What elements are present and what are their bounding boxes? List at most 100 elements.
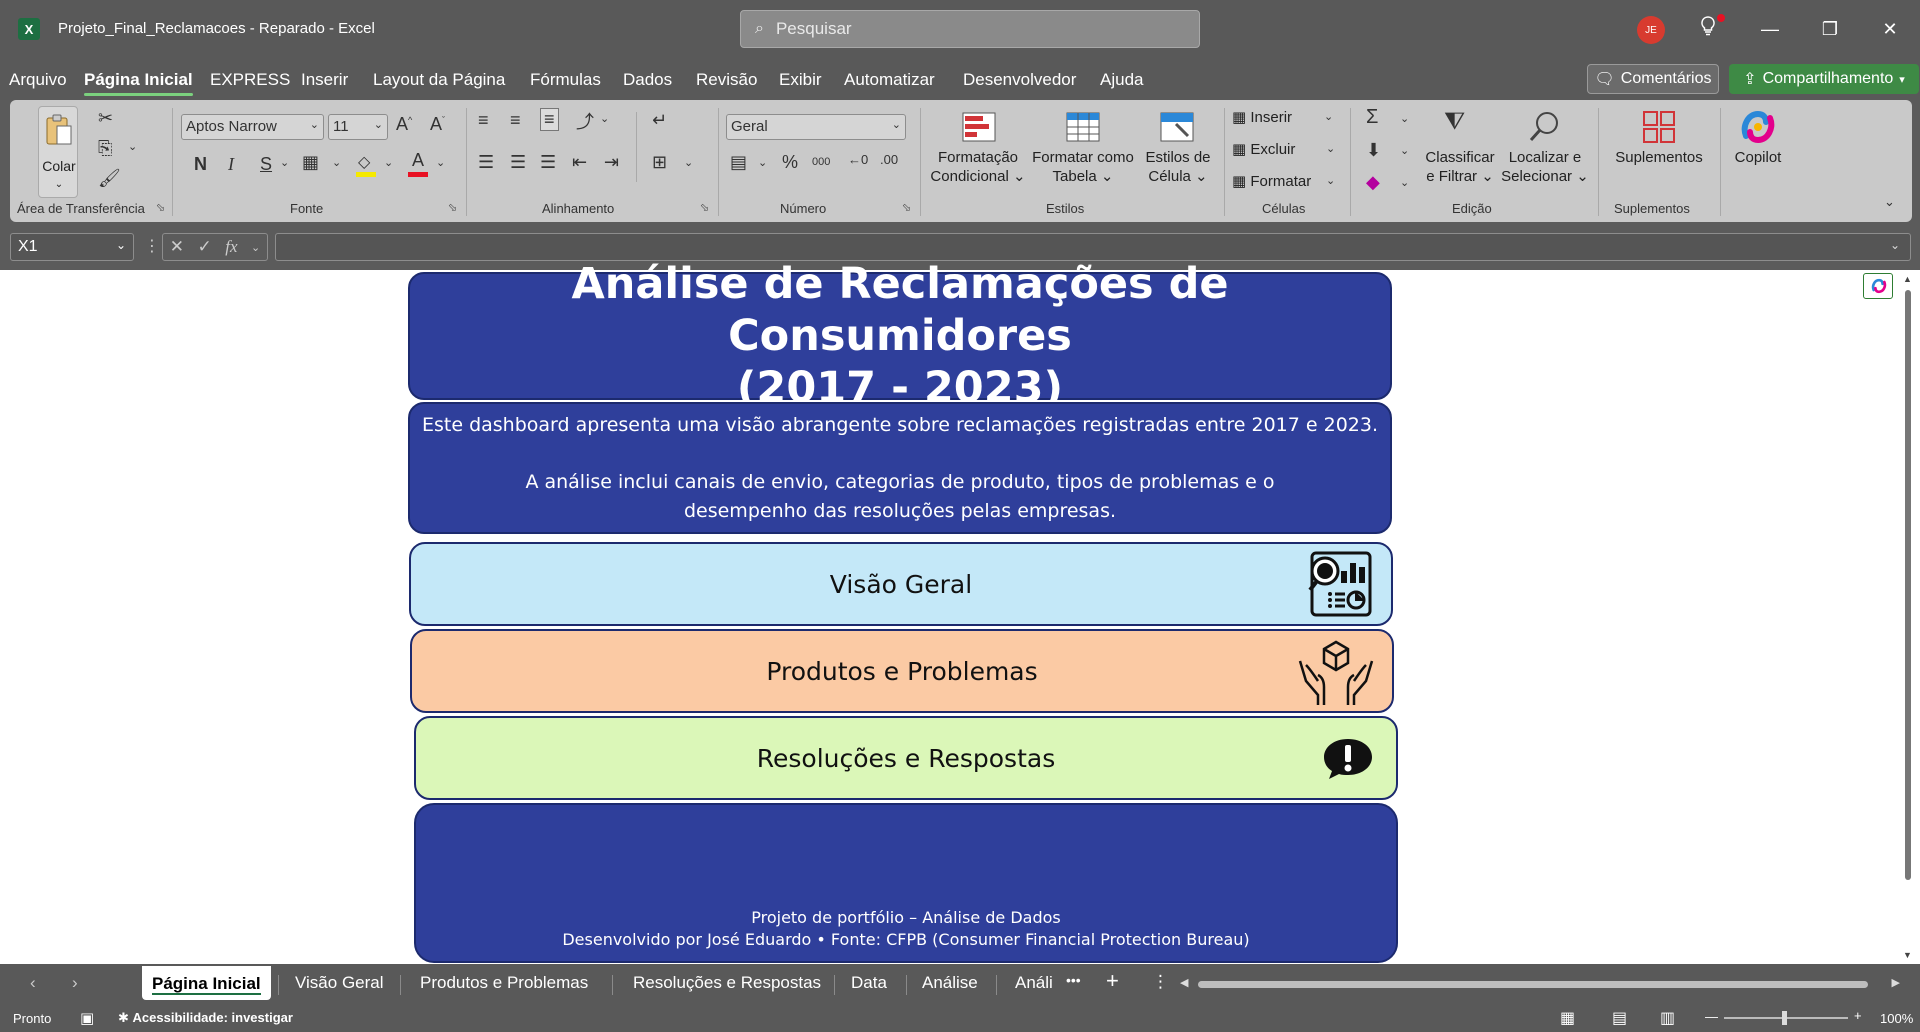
dialog-launcher-icon[interactable]: ⬂ — [448, 201, 457, 214]
normal-view-icon[interactable]: ▦ — [1560, 1008, 1575, 1028]
increase-indent-icon[interactable]: ⇥ — [604, 152, 619, 173]
page-break-icon[interactable]: ▥ — [1660, 1008, 1675, 1028]
number-format-select[interactable]: Geral ⌄ — [726, 114, 906, 140]
align-bottom-icon[interactable]: ≡ — [540, 108, 559, 131]
search-input[interactable]: ⌕ Pesquisar — [740, 10, 1200, 48]
autosum-icon[interactable]: Σ — [1366, 106, 1378, 129]
font-color-icon[interactable]: A — [408, 150, 430, 178]
chevron-down-icon[interactable]: ⌄ — [1326, 174, 1335, 187]
delete-cells-button[interactable]: ▦ Excluir — [1232, 140, 1295, 158]
chevron-down-icon[interactable]: ⌄ — [251, 241, 260, 254]
orientation-icon[interactable]: ⤴ — [576, 108, 594, 134]
fill-icon[interactable]: ⬇ — [1366, 140, 1381, 161]
avatar[interactable]: JE — [1637, 16, 1665, 44]
vertical-scrollbar[interactable]: ▲ ▼ — [1900, 274, 1916, 964]
chevron-down-icon[interactable]: ⌄ — [384, 156, 393, 169]
expand-formula-icon[interactable]: ⌄ — [1890, 238, 1900, 252]
nav-resolucoes-respostas-button[interactable]: Resoluções e Respostas — [414, 716, 1398, 800]
chevron-down-icon[interactable]: ⌄ — [684, 156, 693, 169]
enter-icon[interactable]: ✓ — [198, 237, 212, 257]
sheet-tab-visao-geral[interactable]: Visão Geral — [295, 973, 384, 993]
bold-button[interactable]: N — [194, 154, 207, 175]
decrease-font-icon[interactable]: Aˇ — [430, 114, 445, 135]
tab-inserir[interactable]: Inserir — [301, 70, 348, 90]
collapse-ribbon-icon[interactable]: ⌄ — [1884, 194, 1895, 210]
format-as-table-button[interactable]: Formatar como Tabela ⌄ — [1028, 106, 1138, 198]
borders-icon[interactable]: ▦ — [302, 152, 319, 173]
sheet-tab-produtos-problemas[interactable]: Produtos e Problemas — [420, 973, 588, 993]
font-name-select[interactable]: Aptos Narrow ⌄ — [181, 114, 324, 140]
zoom-level[interactable]: 100% — [1880, 1011, 1913, 1026]
zoom-slider-thumb[interactable] — [1782, 1011, 1787, 1025]
chevron-down-icon[interactable]: ⌄ — [436, 156, 445, 169]
align-center-icon[interactable]: ☰ — [510, 152, 526, 173]
chevron-down-icon[interactable]: ⌄ — [280, 156, 289, 169]
chevron-down-icon[interactable]: ⌄ — [1400, 176, 1409, 189]
next-sheet-icon[interactable]: › — [72, 973, 78, 993]
tab-revisao[interactable]: Revisão — [696, 70, 757, 90]
chevron-down-icon[interactable]: ⌄ — [128, 140, 137, 153]
comments-button[interactable]: 🗨 Comentários — [1587, 64, 1719, 94]
zoom-out-icon[interactable]: — — [1705, 1009, 1718, 1024]
page-layout-icon[interactable]: ▤ — [1612, 1008, 1627, 1028]
more-sheets-icon[interactable]: ••• — [1066, 972, 1081, 988]
zoom-slider[interactable] — [1724, 1011, 1848, 1025]
font-size-select[interactable]: 11 ⌄ — [328, 114, 388, 140]
more-options-icon[interactable]: ⋮ — [144, 236, 160, 256]
merge-center-icon[interactable]: ⊞ — [652, 152, 667, 173]
chevron-down-icon[interactable]: ⌄ — [600, 112, 609, 125]
tab-dados[interactable]: Dados — [623, 70, 672, 90]
zoom-in-icon[interactable]: + — [1854, 1008, 1862, 1023]
paste-button[interactable]: Colar ⌄ — [38, 106, 78, 198]
format-painter-icon[interactable]: 🖌 — [98, 168, 121, 189]
conditional-formatting-button[interactable]: Formatação Condicional ⌄ — [928, 106, 1028, 198]
lightbulb-icon[interactable] — [1700, 16, 1716, 41]
sheet-tab-analise-2[interactable]: Análi — [1015, 973, 1053, 993]
scrollbar-thumb[interactable] — [1198, 981, 1868, 988]
tab-formulas[interactable]: Fórmulas — [530, 70, 601, 90]
cell-styles-button[interactable]: Estilos de Célula ⌄ — [1138, 106, 1218, 198]
scroll-down-icon[interactable]: ▼ — [1903, 950, 1912, 960]
name-box[interactable]: X1 ⌄ — [10, 233, 134, 261]
copy-icon[interactable]: ⎘ — [98, 138, 112, 159]
sheet-tab-pagina-inicial[interactable]: Página Inicial — [142, 966, 271, 1000]
dialog-launcher-icon[interactable]: ⬂ — [902, 201, 911, 214]
accounting-format-icon[interactable]: ▤ — [730, 152, 747, 173]
scroll-right-icon[interactable]: ▶ — [1892, 976, 1900, 989]
align-top-icon[interactable]: ≡ — [478, 110, 489, 131]
tab-arquivo[interactable]: Arquivo — [9, 70, 67, 90]
sheet-tab-resolucoes-respostas[interactable]: Resoluções e Respostas — [633, 973, 821, 993]
align-left-icon[interactable]: ☰ — [478, 152, 494, 173]
accessibility-button[interactable]: ✱ Acessibilidade: investigar — [118, 1010, 293, 1026]
increase-decimal-icon[interactable]: ←0 — [848, 152, 868, 167]
scrollbar-thumb[interactable] — [1905, 290, 1911, 880]
tab-pagina-inicial[interactable]: Página Inicial — [84, 70, 193, 96]
underline-button[interactable]: S — [260, 154, 272, 175]
increase-font-icon[interactable]: A^ — [396, 114, 412, 135]
chevron-down-icon[interactable]: ⌄ — [1324, 110, 1333, 123]
decrease-decimal-icon[interactable]: .00 — [880, 152, 898, 167]
tab-desenvolvedor[interactable]: Desenvolvedor — [963, 70, 1076, 90]
sheet-tab-analise[interactable]: Análise — [922, 973, 978, 993]
cancel-icon[interactable]: ✕ — [170, 237, 184, 257]
decrease-indent-icon[interactable]: ⇤ — [572, 152, 587, 173]
tab-ajuda[interactable]: Ajuda — [1100, 70, 1143, 90]
scroll-up-icon[interactable]: ▲ — [1903, 274, 1912, 284]
add-sheet-icon[interactable]: + — [1106, 968, 1119, 994]
scroll-left-icon[interactable]: ◀ — [1180, 976, 1188, 989]
close-button[interactable]: ✕ — [1865, 12, 1915, 46]
worksheet[interactable]: Análise de Reclamações de Consumidores (… — [0, 259, 1920, 964]
sheet-tab-data[interactable]: Data — [851, 973, 887, 993]
chevron-down-icon[interactable]: ⌄ — [1326, 142, 1335, 155]
tab-automatizar[interactable]: Automatizar — [844, 70, 935, 90]
tab-layout-da-pagina[interactable]: Layout da Página — [373, 70, 505, 90]
chevron-down-icon[interactable]: ⌄ — [1400, 144, 1409, 157]
nav-produtos-problemas-button[interactable]: Produtos e Problemas — [410, 629, 1394, 713]
dialog-launcher-icon[interactable]: ⬂ — [700, 201, 709, 214]
restore-button[interactable]: ❐ — [1805, 12, 1855, 46]
align-right-icon[interactable]: ☰ — [540, 152, 556, 173]
previous-sheet-icon[interactable]: ‹ — [30, 973, 36, 993]
insert-function-button[interactable]: fx — [225, 237, 237, 257]
horizontal-scrollbar[interactable]: ◀ ▶ — [1180, 975, 1900, 993]
tab-exibir[interactable]: Exibir — [779, 70, 822, 90]
